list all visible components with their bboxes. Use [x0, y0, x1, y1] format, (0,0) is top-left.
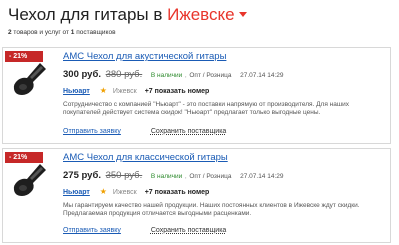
listing-actions: Отправить заявку Сохранить поставщика [63, 127, 226, 137]
listing-title-link[interactable]: AMC Чехол для акустической гитары [63, 51, 226, 63]
star-icon: ★ [99, 187, 107, 196]
phone-prefix: +7 [144, 189, 153, 196]
price: 300 руб. [63, 69, 101, 80]
seller-link[interactable]: Ньюарт [63, 88, 90, 95]
city-name: Ижевске [167, 5, 235, 24]
phone-prefix: +7 [144, 88, 153, 95]
seller-row: Ньюарт ★ Ижевск +7 показать номер [63, 86, 209, 96]
phone-reveal[interactable]: +7 показать номер [145, 88, 210, 95]
seller-city: Ижевск [112, 189, 137, 196]
show-phone-link[interactable]: показать номер [155, 88, 210, 95]
results-summary: 2 товаров и услуг от 1 поставщиков [8, 29, 116, 37]
stock-status: В наличии [150, 173, 183, 180]
listing-card: - 21% AMC Чехол для классической гитары … [2, 148, 391, 243]
chevron-down-icon [238, 12, 247, 17]
old-price: 380 руб. [105, 69, 143, 80]
listing-title-link[interactable]: AMC Чехол для классической гитары [63, 152, 228, 164]
listing-description: Сотрудничество с компанией "Ньюарт" - эт… [63, 101, 349, 117]
page-title: Чехол для гитары в Ижевске [8, 5, 247, 25]
old-price: 350 руб. [105, 170, 143, 181]
guitar-case-icon[interactable] [9, 60, 49, 100]
listing-actions: Отправить заявку Сохранить поставщика [63, 226, 226, 236]
price: 275 руб. [63, 170, 101, 181]
seller-row: Ньюарт ★ Ижевск +7 показать номер [63, 187, 209, 197]
goods-text: товаров и услуг от [11, 29, 71, 36]
price-row: 275 руб. 350 руб. В наличии , Опт / Розн… [63, 170, 284, 182]
separator: , [184, 173, 187, 180]
save-supplier-link[interactable]: Сохранить поставщика [151, 227, 226, 234]
stock-status: В наличии [150, 72, 183, 79]
save-supplier-link[interactable]: Сохранить поставщика [151, 128, 226, 135]
page-title-text: Чехол для гитары в [8, 5, 168, 24]
phone-reveal[interactable]: +7 показать номер [145, 189, 210, 196]
seller-city: Ижевск [112, 88, 137, 95]
guitar-case-icon[interactable] [9, 161, 49, 201]
separator: , [184, 72, 187, 79]
listing-date: 27.07.14 14:29 [240, 173, 284, 180]
listing-date: 27.07.14 14:29 [240, 72, 284, 79]
suppliers-text: поставщиков [74, 29, 116, 36]
trade-type: Опт / Розница [189, 72, 232, 79]
listing-card: - 21% AMC Чехол для акустической гитары … [2, 47, 391, 144]
city-selector[interactable]: Ижевске [167, 5, 247, 24]
trade-type: Опт / Розница [189, 173, 232, 180]
seller-link[interactable]: Ньюарт [63, 189, 90, 196]
show-phone-link[interactable]: показать номер [155, 189, 210, 196]
star-icon: ★ [99, 86, 107, 95]
send-request-link[interactable]: Отправить заявку [63, 227, 121, 234]
listing-description: Мы гарантируем качество нашей продукции.… [63, 202, 360, 218]
price-row: 300 руб. 380 руб. В наличии , Опт / Розн… [63, 69, 284, 81]
send-request-link[interactable]: Отправить заявку [63, 128, 121, 135]
